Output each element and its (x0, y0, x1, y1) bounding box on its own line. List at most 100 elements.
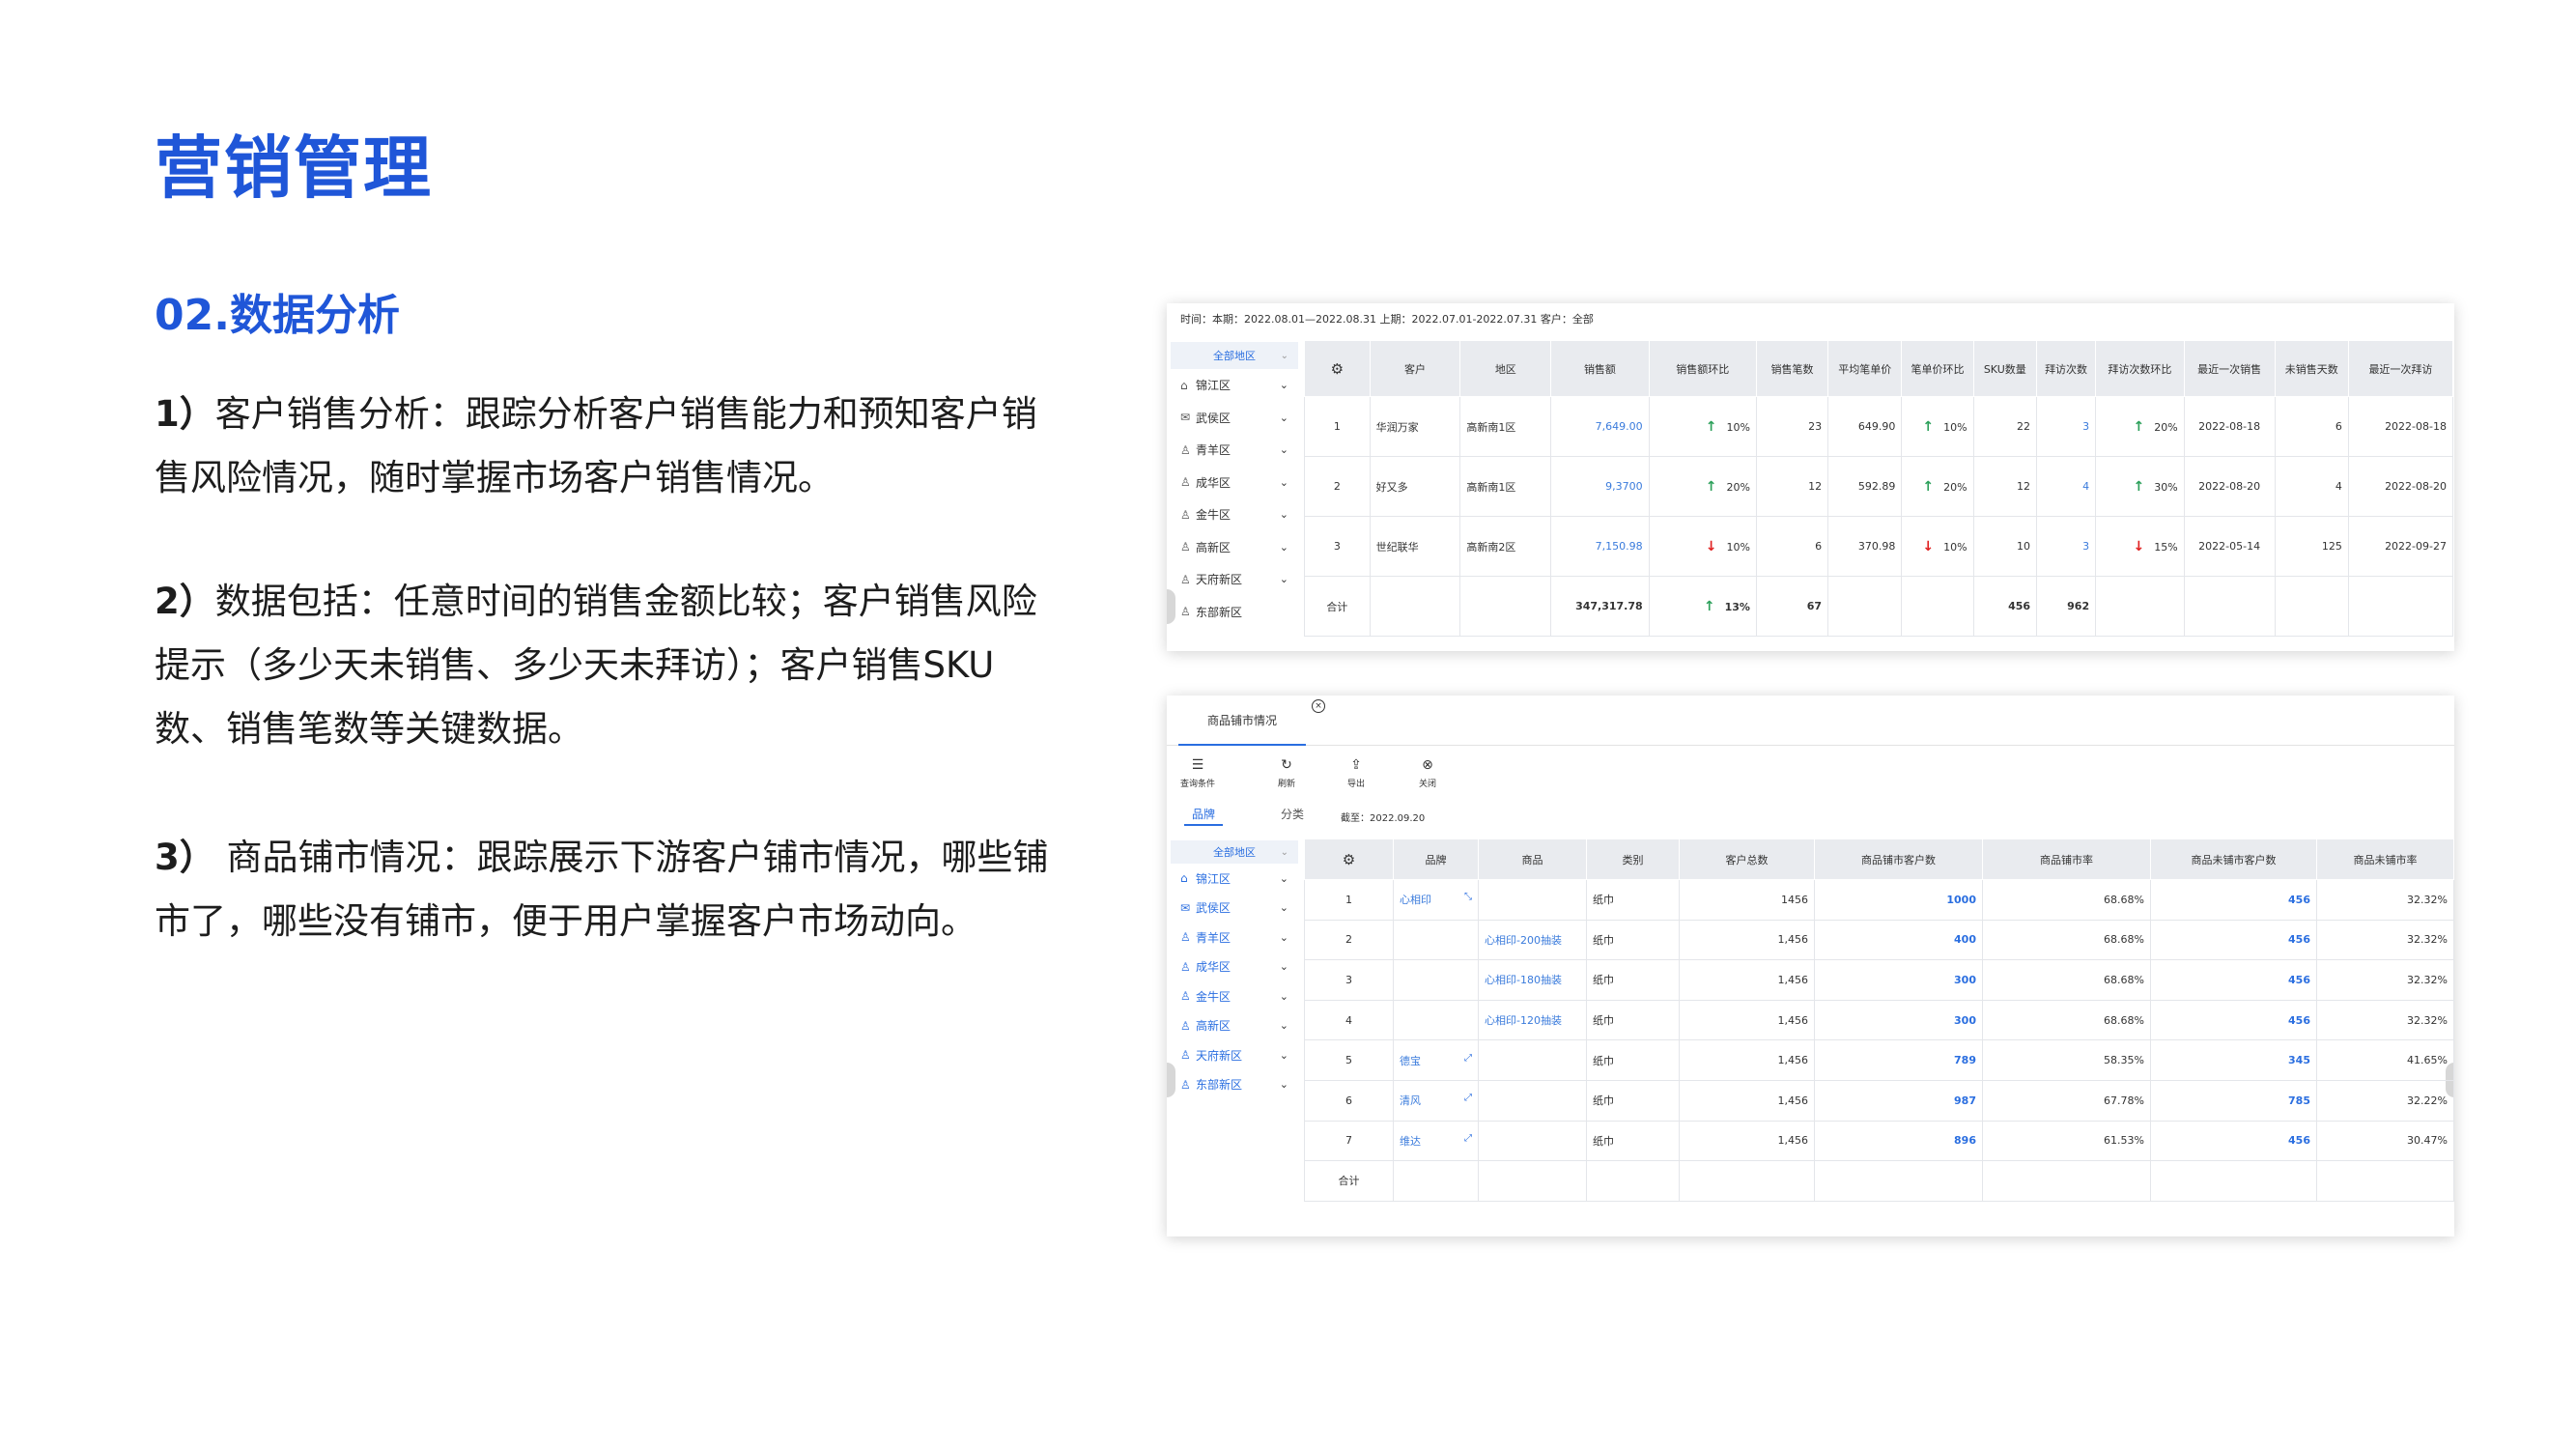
sales-link[interactable]: 7,649.00 (1550, 396, 1650, 457)
sidebar-item-region[interactable]: ♙ 东部新区 ⌄ (1167, 1070, 1302, 1100)
scroll-handle[interactable] (1167, 589, 1175, 624)
table-row[interactable]: 2 好又多 高新南1区 9,3700 ↑ 20% 12 592.89 ↑ 20% 1… (1304, 456, 2454, 517)
covered-link[interactable]: 789 (1814, 1039, 1983, 1081)
product-cell[interactable]: 心相印-180抽装 (1478, 959, 1587, 1001)
uncovered-link[interactable]: 345 (2150, 1039, 2317, 1081)
sales-link[interactable]: 7,150.98 (1550, 516, 1650, 577)
table-row[interactable]: 3 心相印-180抽装 纸巾 1,456 300 68.68% 456 32.3… (1304, 959, 2454, 1001)
column-header[interactable]: 商品铺市率 (1982, 838, 2151, 880)
category-cell: 纸巾 (1586, 919, 1680, 961)
column-header[interactable]: 笔单价环比 (1901, 340, 1974, 397)
column-header[interactable]: SKU数量 (1972, 340, 2038, 397)
home-icon: ⌂ (1180, 871, 1188, 886)
sidebar-item-region[interactable]: ♙ 青羊区 ⌄ (1167, 434, 1302, 467)
table-row[interactable]: 7 维达 ⤢ 纸巾 1,456 896 61.53% 456 30.47% (1304, 1120, 2454, 1162)
tab-brand[interactable]: 品牌 (1184, 806, 1223, 826)
product-cell[interactable]: 心相印-200抽装 (1478, 919, 1587, 961)
column-header[interactable]: 销售额 (1550, 340, 1650, 397)
table-row[interactable]: 5 德宝 ⤢ 纸巾 1,456 789 58.35% 345 41.65% (1304, 1039, 2454, 1081)
column-header[interactable]: 未销售天数 (2274, 340, 2349, 397)
uncovered-link[interactable]: 456 (2150, 879, 2317, 921)
covered-link[interactable]: 300 (1814, 999, 1983, 1041)
column-header[interactable]: 销售笔数 (1755, 340, 1829, 397)
close-button[interactable]: ⊗ 关闭 (1399, 757, 1457, 789)
visits-link[interactable]: 3 (2036, 516, 2097, 577)
gear-icon[interactable]: ⚙ (1331, 360, 1344, 378)
product-cell[interactable]: 心相印-120抽装 (1478, 999, 1587, 1041)
column-header[interactable]: 商品未铺市率 (2316, 838, 2454, 880)
sidebar-item-region[interactable]: ⌂ 锦江区 ⌄ (1167, 864, 1302, 894)
sidebar-item-region[interactable]: ♙ 天府新区 ⌄ (1167, 1040, 1302, 1070)
empty-cell (2316, 1160, 2454, 1202)
brand-cell[interactable]: 德宝 ⤢ (1393, 1039, 1479, 1081)
chevron-down-icon: ⌄ (1279, 379, 1288, 392)
covered-link[interactable]: 987 (1814, 1079, 1983, 1122)
column-header[interactable]: 品牌 (1393, 838, 1479, 880)
expand-icon[interactable]: ⤢ (1464, 1093, 1472, 1103)
covered-link[interactable]: 400 (1814, 919, 1983, 961)
sales-link[interactable]: 9,3700 (1550, 456, 1650, 517)
sidebar-item-region[interactable]: ⌂ 锦江区 ⌄ (1167, 369, 1302, 402)
uncovered-link[interactable]: 456 (2150, 1120, 2317, 1162)
column-header[interactable]: 拜访次数 (2036, 340, 2097, 397)
table-row[interactable]: 4 心相印-120抽装 纸巾 1,456 300 68.68% 456 32.3… (1304, 999, 2454, 1041)
settings-cell[interactable]: ⚙ (1304, 340, 1371, 397)
table-row[interactable]: 2 心相印-200抽装 纸巾 1,456 400 68.68% 456 32.3… (1304, 919, 2454, 961)
sidebar-item-region[interactable]: ♙ 高新区 ⌄ (1167, 1011, 1302, 1041)
sidebar-item-region[interactable]: ♙ 金牛区 ⌄ (1167, 498, 1302, 531)
sidebar-item-region[interactable]: ♙ 天府新区 ⌄ (1167, 563, 1302, 596)
table-row[interactable]: 1 华润万家 高新南1区 7,649.00 ↑ 10% 23 649.90 ↑ 10… (1304, 396, 2454, 457)
scroll-handle-left[interactable] (1167, 1063, 1175, 1097)
visits-link[interactable]: 4 (2036, 456, 2097, 517)
column-header[interactable]: 销售额环比 (1648, 340, 1757, 397)
sidebar-item-region[interactable]: ♙ 成华区 ⌄ (1167, 467, 1302, 499)
settings-cell[interactable]: ⚙ (1304, 838, 1394, 880)
sidebar-item-region[interactable]: ♙ 高新区 ⌄ (1167, 531, 1302, 564)
close-icon[interactable]: × (1312, 699, 1325, 713)
uncovered-link[interactable]: 456 (2150, 999, 2317, 1041)
column-header[interactable]: 平均笔单价 (1827, 340, 1903, 397)
column-header[interactable]: 商品铺市客户数 (1814, 838, 1983, 880)
region-selector[interactable]: 全部地区 ⌄ (1171, 342, 1298, 369)
visits-link[interactable]: 3 (2036, 396, 2097, 457)
brand-cell[interactable]: 维达 ⤢ (1393, 1120, 1479, 1162)
column-header[interactable]: 地区 (1459, 340, 1552, 397)
sidebar-item-region[interactable]: ♙ 金牛区 ⌄ (1167, 981, 1302, 1011)
product-cell[interactable] (1478, 879, 1587, 921)
column-header[interactable]: 类别 (1586, 838, 1680, 880)
sidebar-item-region[interactable]: ♙ 成华区 ⌄ (1167, 952, 1302, 982)
uncovered-link[interactable]: 456 (2150, 959, 2317, 1001)
column-header[interactable]: 最近一次销售 (2183, 340, 2276, 397)
export-button[interactable]: ⇪ 导出 (1327, 757, 1385, 789)
query-button[interactable]: ☰ 查询条件 (1169, 757, 1227, 789)
brand-cell[interactable]: 心相印 ⤡ (1393, 879, 1479, 921)
covered-link[interactable]: 1000 (1814, 879, 1983, 921)
collapse-icon[interactable]: ⤡ (1464, 892, 1472, 902)
total-cell: 1456 (1679, 879, 1815, 921)
column-header[interactable]: 拜访次数环比 (2095, 340, 2185, 397)
expand-icon[interactable]: ⤢ (1464, 1133, 1472, 1144)
sidebar-item-region[interactable]: ✉ 武侯区 ⌄ (1167, 894, 1302, 923)
expand-icon[interactable]: ⤢ (1464, 1053, 1472, 1064)
column-header[interactable]: 商品 (1478, 838, 1587, 880)
table-row[interactable]: 3 世纪联华 高新南2区 7,150.98 ↓ 10% 6 370.98 ↓ 10%… (1304, 516, 2454, 577)
sidebar-item-region[interactable]: ♙ 青羊区 ⌄ (1167, 923, 1302, 952)
brand-cell[interactable]: 清风 ⤢ (1393, 1079, 1479, 1122)
covered-link[interactable]: 896 (1814, 1120, 1983, 1162)
gear-icon[interactable]: ⚙ (1343, 851, 1355, 868)
refresh-button[interactable]: ↻ 刷新 (1258, 757, 1316, 789)
sidebar-item-region[interactable]: ♙ 东部新区 (1167, 596, 1302, 629)
covered-link[interactable]: 300 (1814, 959, 1983, 1001)
table-row[interactable]: 1 心相印 ⤡ 纸巾 1456 1000 68.68% 456 32.32% (1304, 879, 2454, 921)
column-header[interactable]: 最近一次拜访 (2347, 340, 2454, 397)
uncovered-link[interactable]: 785 (2150, 1079, 2317, 1122)
tab-category[interactable]: 分类 (1281, 806, 1319, 822)
column-header[interactable]: 商品未铺市客户数 (2150, 838, 2317, 880)
column-header[interactable]: 客户 (1369, 340, 1461, 397)
tab-product-coverage[interactable]: 商品铺市情况 (1178, 696, 1306, 746)
table-row[interactable]: 6 清风 ⤢ 纸巾 1,456 987 67.78% 785 32.22% (1304, 1079, 2454, 1122)
uncovered-link[interactable]: 456 (2150, 919, 2317, 961)
column-header[interactable]: 客户总数 (1679, 838, 1815, 880)
region-selector[interactable]: 全部地区 ⌄ (1171, 840, 1298, 864)
sidebar-item-region[interactable]: ✉ 武侯区 ⌄ (1167, 402, 1302, 435)
